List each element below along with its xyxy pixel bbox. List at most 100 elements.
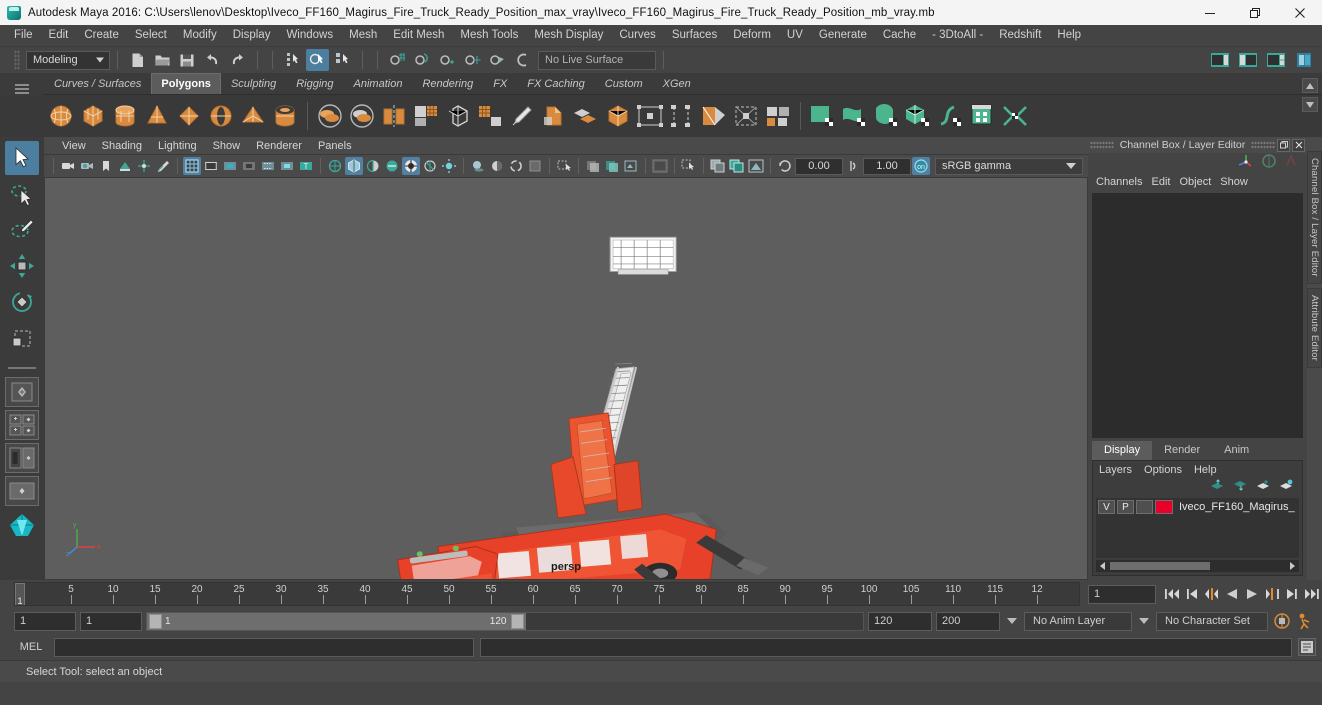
- shelf-tab-xgen[interactable]: XGen: [653, 73, 701, 94]
- shelf-tab-fx-caching[interactable]: FX Caching: [517, 73, 594, 94]
- go-to-end-icon[interactable]: [1302, 583, 1322, 605]
- menu-file[interactable]: File: [6, 26, 41, 45]
- show-hide-tool-settings-icon[interactable]: [1236, 49, 1259, 71]
- shelf-tab-animation[interactable]: Animation: [344, 73, 413, 94]
- move-tool-icon[interactable]: [5, 249, 39, 283]
- channelbox-menu-show[interactable]: Show: [1220, 176, 1257, 188]
- script-editor-icon[interactable]: [1298, 638, 1316, 656]
- new-scene-icon[interactable]: [126, 49, 149, 71]
- close-panel-icon[interactable]: [1292, 138, 1306, 152]
- uv-cylindrical-icon[interactable]: [872, 101, 902, 131]
- menu-3dtoall[interactable]: - 3DtoAll -: [924, 26, 991, 45]
- viewport-menu-lighting[interactable]: Lighting: [150, 139, 205, 153]
- animation-end-field[interactable]: 200: [936, 611, 1000, 631]
- paste-render-icon[interactable]: [728, 157, 746, 175]
- motion-blur-icon[interactable]: [507, 157, 525, 175]
- snap-to-grid-icon[interactable]: [386, 49, 409, 71]
- snap-to-point-icon[interactable]: [436, 49, 459, 71]
- dock-tab-channel-box[interactable]: Channel Box / Layer Editor: [1307, 151, 1322, 284]
- new-layer-from-selected-icon[interactable]: [1279, 478, 1294, 496]
- layer-menu-help[interactable]: Help: [1194, 464, 1229, 476]
- menu-set-selector[interactable]: Modeling: [26, 50, 110, 70]
- poly-multi-cut-icon[interactable]: [539, 101, 569, 131]
- range-slider-fill[interactable]: 1 120: [147, 612, 527, 630]
- open-scene-icon[interactable]: [151, 49, 174, 71]
- grease-pencil-icon[interactable]: [154, 157, 172, 175]
- gamma-value-field[interactable]: 1.00: [863, 157, 911, 175]
- undock-icon[interactable]: [1277, 138, 1291, 152]
- uv-editor-icon[interactable]: [808, 101, 838, 131]
- bookmarks-icon[interactable]: [97, 157, 115, 175]
- exposure-icon[interactable]: [278, 157, 296, 175]
- viewport-menu-shading[interactable]: Shading: [94, 139, 150, 153]
- poly-smooth-icon[interactable]: [411, 101, 441, 131]
- rotate-tool-icon[interactable]: [5, 285, 39, 319]
- show-hide-attribute-editor-icon[interactable]: [1208, 49, 1231, 71]
- film-gate-icon[interactable]: [202, 157, 220, 175]
- layer-list-horizontal-scrollbar[interactable]: [1096, 560, 1299, 572]
- redo-icon[interactable]: [226, 49, 249, 71]
- uv-planar-icon[interactable]: [840, 101, 870, 131]
- range-end-field[interactable]: 120: [868, 611, 932, 631]
- menu-mesh[interactable]: Mesh: [341, 26, 385, 45]
- display-layer-list[interactable]: V P Iveco_FF160_Magirus_: [1096, 498, 1299, 558]
- step-forward-frame-icon[interactable]: [1262, 583, 1282, 605]
- menu-display[interactable]: Display: [225, 26, 279, 45]
- menu-cache[interactable]: Cache: [875, 26, 924, 45]
- command-output[interactable]: [480, 637, 1292, 657]
- shelf-tab-rigging[interactable]: Rigging: [286, 73, 343, 94]
- film-origin-icon[interactable]: [259, 157, 277, 175]
- step-forward-keyframe-icon[interactable]: [1282, 583, 1302, 605]
- grid-toggle-icon[interactable]: [183, 157, 201, 175]
- texture-icon[interactable]: [421, 157, 439, 175]
- menu-generate[interactable]: Generate: [811, 26, 875, 45]
- character-set-dropdown-arrow[interactable]: [1136, 612, 1152, 631]
- move-layer-down-icon[interactable]: [1233, 478, 1248, 496]
- poly-target-weld-icon[interactable]: [571, 101, 601, 131]
- menu-uv[interactable]: UV: [779, 26, 811, 45]
- channelbox-menu-object[interactable]: Object: [1179, 176, 1220, 188]
- viewport-menu-show[interactable]: Show: [205, 139, 249, 153]
- viewport-menu-view[interactable]: View: [54, 139, 94, 153]
- viewport-menu-panels[interactable]: Panels: [310, 139, 360, 153]
- poly-sculpt-icon[interactable]: [507, 101, 537, 131]
- shelf-tab-sculpting[interactable]: Sculpting: [221, 73, 286, 94]
- uv-layout-icon[interactable]: [968, 101, 998, 131]
- poly-offset-edge-loop-icon[interactable]: [699, 101, 729, 131]
- layer-menu-options[interactable]: Options: [1144, 464, 1194, 476]
- resolution-gate-icon[interactable]: [221, 157, 239, 175]
- poly-insert-edge-loop-icon[interactable]: [667, 101, 697, 131]
- scale-tool-icon[interactable]: [5, 321, 39, 355]
- time-slider[interactable]: 1 5 10 15 20 25 30 35 40 45 50 55 60 65 70 75 80 85 90 95 1…: [14, 582, 1080, 606]
- four-view-layout-icon[interactable]: [5, 410, 39, 440]
- step-back-frame-icon[interactable]: [1202, 583, 1222, 605]
- save-scene-icon[interactable]: [176, 49, 199, 71]
- paint-select-tool-icon[interactable]: [5, 213, 39, 247]
- poly-cone-icon[interactable]: [142, 101, 172, 131]
- layer-tab-display[interactable]: Display: [1092, 441, 1153, 460]
- command-language-label[interactable]: MEL: [14, 641, 48, 653]
- select-marquee-icon[interactable]: [680, 157, 698, 175]
- exposure-reset-icon[interactable]: [776, 157, 794, 175]
- isolate-select-icon[interactable]: [555, 157, 573, 175]
- animation-start-field[interactable]: 1: [14, 611, 76, 631]
- poly-pipe-icon[interactable]: [270, 101, 300, 131]
- sidebar-toggle-icon[interactable]: [1292, 49, 1315, 71]
- persp-graph-editor-layout-icon[interactable]: [5, 476, 39, 506]
- smooth-shade-selected-icon[interactable]: [364, 157, 382, 175]
- safe-title-icon[interactable]: T: [297, 157, 315, 175]
- snap-to-view-plane-icon[interactable]: [486, 49, 509, 71]
- menu-help[interactable]: Help: [1049, 26, 1089, 45]
- layer-tab-anim[interactable]: Anim: [1212, 441, 1261, 460]
- command-input[interactable]: [54, 637, 474, 657]
- poly-bevel-icon[interactable]: [475, 101, 505, 131]
- channelbox-menu-edit[interactable]: Edit: [1151, 176, 1179, 188]
- layer-shading-toggle[interactable]: [1136, 500, 1153, 514]
- two-d-pan-zoom-icon[interactable]: [135, 157, 153, 175]
- poly-append-icon[interactable]: [763, 101, 793, 131]
- close-icon[interactable]: [1277, 0, 1322, 25]
- viewport-menu-renderer[interactable]: Renderer: [248, 139, 310, 153]
- attribute-editor-icon[interactable]: [1283, 153, 1299, 174]
- poly-bridge-icon[interactable]: [731, 101, 761, 131]
- xray-icon[interactable]: [584, 157, 602, 175]
